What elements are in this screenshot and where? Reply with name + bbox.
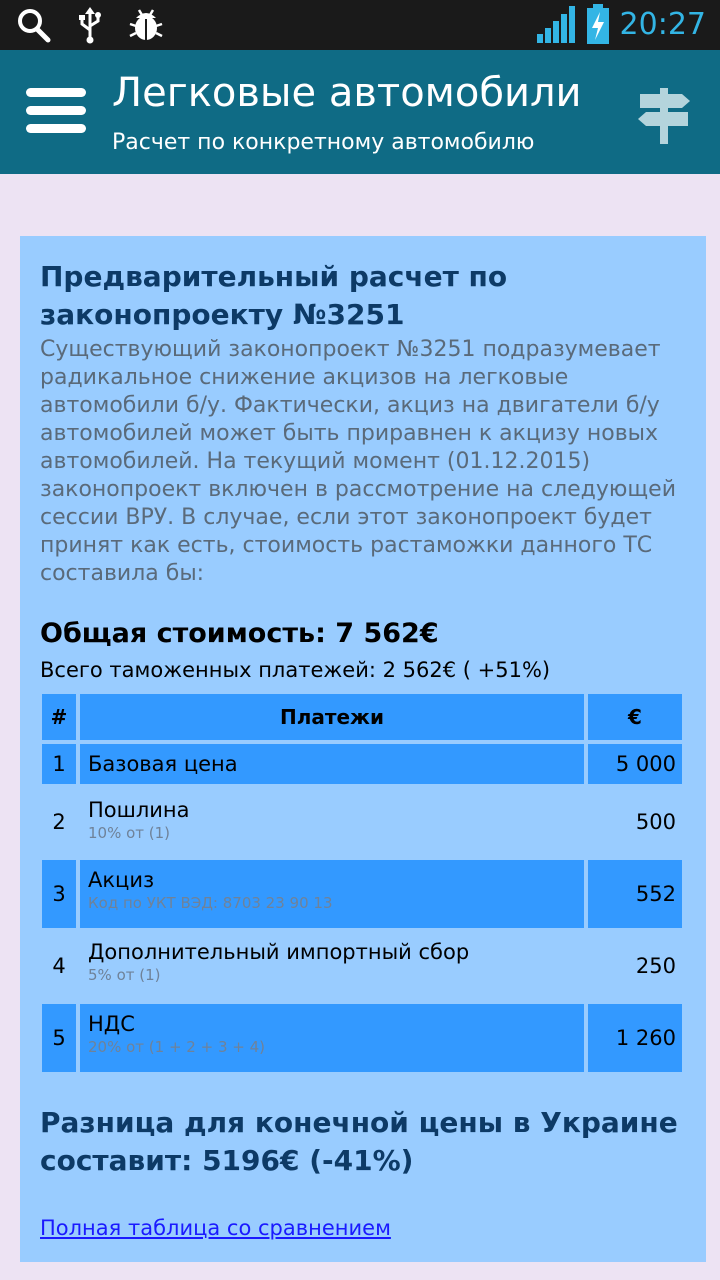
row-value: 552 <box>635 882 676 906</box>
row-name: Пошлина <box>88 798 190 822</box>
row-value: 1 260 <box>615 1026 676 1050</box>
row-name: Базовая цена <box>88 752 238 776</box>
payments-table: # Платежи € 1 Базовая цена 5 000 2 Пошли… <box>42 694 682 1072</box>
page-subtitle: Расчет по конкретному автомобилю <box>112 130 535 155</box>
row-value: 250 <box>635 954 676 978</box>
header-num: # <box>42 694 76 740</box>
action-bar: Легковые автомобили Расчет по конкретном… <box>0 50 720 174</box>
row-subtitle: 5% от (1) <box>88 966 161 984</box>
row-value: 5 000 <box>615 752 676 776</box>
table-row: 1 Базовая цена 5 000 <box>42 744 682 784</box>
hamburger-menu-icon[interactable] <box>26 88 86 134</box>
card-description: Существующий законопроект №3251 подразум… <box>40 337 676 586</box>
row-name: НДС <box>88 1012 135 1036</box>
page-title: Легковые автомобили <box>112 70 582 116</box>
status-bar: 20:27 <box>0 0 720 50</box>
battery-charging-icon <box>586 4 609 44</box>
full-table-link[interactable]: Полная таблица со сравнением <box>40 1216 391 1240</box>
total-payments: Всего таможенных платежей: 2 562€ ( +51%… <box>40 658 551 682</box>
table-row: 3 Акциз Код по УКТ ВЭД: 8703 23 90 13 55… <box>42 860 682 928</box>
row-subtitle: Код по УКТ ВЭД: 8703 23 90 13 <box>88 894 333 912</box>
header-euro: € <box>588 694 682 740</box>
search-icon <box>18 9 51 43</box>
total-cost: Общая стоимость: 7 562€ <box>40 618 439 649</box>
row-num: 1 <box>52 752 66 776</box>
row-name: Дополнительный импортный сбор <box>88 940 470 964</box>
row-num: 4 <box>52 954 66 978</box>
row-subtitle: 10% от (1) <box>88 824 171 842</box>
table-row: 5 НДС 20% от (1 + 2 + 3 + 4) 1 260 <box>42 1004 682 1072</box>
row-name: Акциз <box>88 868 155 892</box>
usb-icon <box>79 7 101 44</box>
row-num: 5 <box>52 1026 66 1050</box>
bug-icon <box>129 9 163 40</box>
signpost-icon[interactable] <box>636 84 692 144</box>
table-header: # Платежи € <box>42 694 682 740</box>
row-num: 3 <box>52 882 66 906</box>
row-num: 2 <box>52 810 66 834</box>
price-difference: Разница для конечной цены в Украине сост… <box>40 1106 678 1177</box>
table-row: 4 Дополнительный импортный сбор 5% от (1… <box>42 932 682 1000</box>
signal-icon <box>536 6 575 43</box>
row-value: 500 <box>635 810 676 834</box>
calculation-card: Предварительный расчет по законопроекту … <box>20 236 706 1262</box>
status-time: 20:27 <box>619 6 706 42</box>
card-title: Предварительный расчет по законопроекту … <box>40 260 508 331</box>
row-subtitle: 20% от (1 + 2 + 3 + 4) <box>88 1038 265 1056</box>
table-row: 2 Пошлина 10% от (1) 500 <box>42 788 682 856</box>
header-payments: Платежи <box>80 694 584 740</box>
